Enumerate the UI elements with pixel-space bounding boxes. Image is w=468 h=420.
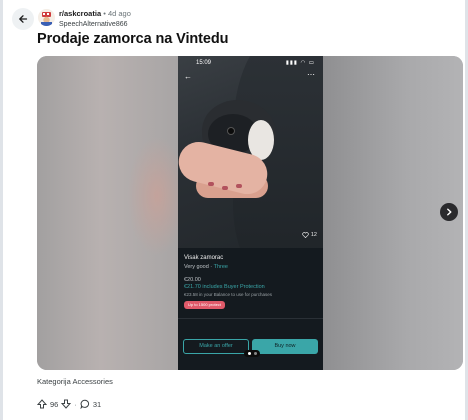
media-blur-left (37, 56, 187, 370)
post-caption: Kategorija Accessories (37, 377, 113, 386)
make-offer-button: Make an offer (183, 339, 249, 354)
item-condition-link: Three (213, 264, 228, 270)
meta-separator: • (103, 9, 106, 18)
phone-more-icon: ⋯ (307, 70, 315, 79)
back-button[interactable] (12, 8, 34, 30)
chevron-right-icon (447, 208, 452, 216)
post-media[interactable]: 15:09 ▮▮▮ ◠ ▭ ← ⋯ 12 Visak zamorac Very … (37, 56, 463, 370)
phone-status-icons: ▮▮▮ ◠ ▭ (285, 60, 315, 66)
post-actions: 96 · 31 (37, 399, 101, 409)
subreddit-avatar-icon (38, 9, 55, 26)
phone-divider (178, 318, 323, 319)
like-counter: 12 (302, 232, 317, 238)
author-name[interactable]: SpeechAlternative866 (59, 19, 131, 30)
buy-now-button: Buy now (252, 339, 318, 354)
guinea-pig-photo (178, 56, 323, 248)
item-balance-note: €23.58 in your Balance to use for purcha… (184, 292, 273, 297)
item-price-protection: €21.70 includes Buyer Protection (184, 284, 265, 290)
gallery-page-dots[interactable] (244, 350, 260, 357)
phone-back-icon: ← (184, 72, 192, 81)
subreddit-name[interactable]: r/askcroatia (59, 9, 101, 18)
post-meta: r/askcroatia • 4d ago SpeechAlternative8… (59, 8, 131, 30)
item-condition: Very good · Three (184, 264, 228, 270)
arrow-up-icon[interactable] (37, 399, 47, 409)
arrow-left-icon (19, 15, 28, 23)
post-title: Prodaje zamorca na Vintedu (37, 31, 229, 47)
phone-status-time: 15:09 (196, 60, 212, 66)
actions-separator: · (74, 399, 77, 409)
speech-bubble-icon[interactable] (80, 399, 90, 409)
subreddit-avatar[interactable] (38, 9, 55, 26)
post-age: 4d ago (107, 9, 131, 18)
item-condition-label: Very good (184, 264, 209, 270)
heart-icon (302, 232, 309, 238)
item-price: €20.00 (184, 277, 201, 283)
next-media-button[interactable] (440, 203, 458, 221)
window-edge-left (0, 0, 3, 420)
comment-count: 31 (92, 399, 102, 409)
screenshot-image: 15:09 ▮▮▮ ◠ ▭ ← ⋯ 12 Visak zamorac Very … (178, 56, 323, 370)
like-count: 12 (310, 232, 317, 238)
protection-badge: Up to 1500 protect (184, 301, 225, 309)
item-title: Visak zamorac (184, 255, 224, 261)
arrow-down-icon[interactable] (61, 399, 72, 409)
upvote-count: 96 (50, 399, 59, 409)
